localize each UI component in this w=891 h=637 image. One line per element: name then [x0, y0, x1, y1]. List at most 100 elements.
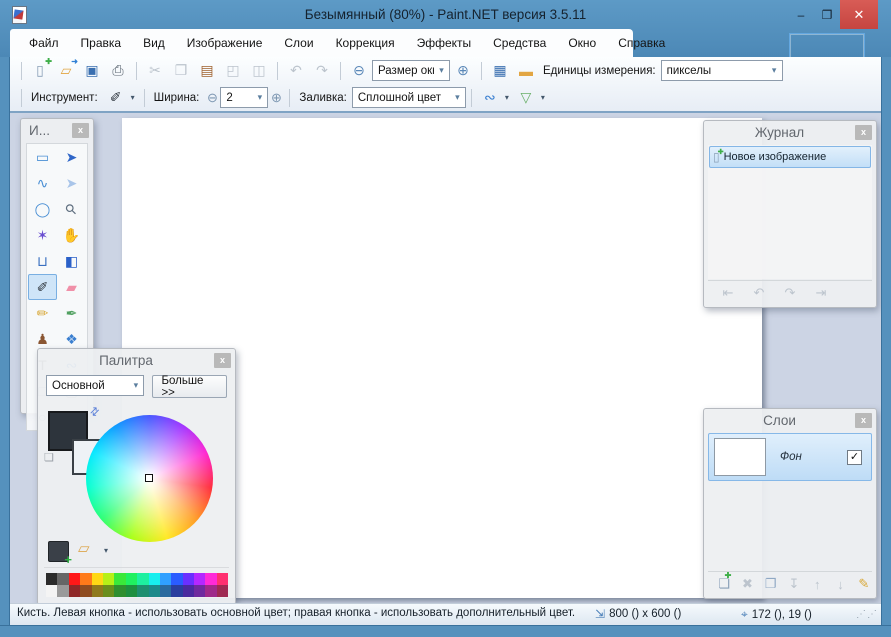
- tool-dropdown-arrow[interactable]: ▾: [131, 93, 135, 102]
- undo-button[interactable]: ↶: [284, 59, 308, 83]
- palette-swatch[interactable]: [103, 573, 114, 585]
- palette-swatch[interactable]: [137, 573, 148, 585]
- palette-swatch[interactable]: [149, 573, 160, 585]
- history-panel-close-button[interactable]: x: [855, 125, 872, 140]
- palette-swatch[interactable]: [183, 573, 194, 585]
- paintbrush-tool[interactable]: ✐: [28, 274, 57, 300]
- redo-button[interactable]: ↷: [310, 59, 334, 83]
- palette-menu-icon[interactable]: ▱: [78, 539, 90, 557]
- resize-grip[interactable]: ⋰⋰: [856, 609, 878, 620]
- palette-swatch[interactable]: [80, 573, 91, 585]
- width-decrease-button[interactable]: ⊖: [204, 90, 220, 106]
- units-combo[interactable]: пикселы▾: [661, 60, 783, 81]
- copy-button[interactable]: ❐: [169, 59, 193, 83]
- line-style-dropdown-arrow[interactable]: ▾: [505, 93, 509, 102]
- move-selected-pixels-tool[interactable]: ➤: [57, 144, 86, 170]
- palette-panel-close-button[interactable]: x: [214, 353, 231, 368]
- width-combo[interactable]: 2▾: [220, 87, 268, 108]
- palette-swatch[interactable]: [69, 585, 80, 597]
- palette-swatch[interactable]: [46, 585, 57, 597]
- palette-swatch[interactable]: [114, 573, 125, 585]
- menu-Эффекты[interactable]: Эффекты: [406, 29, 483, 57]
- tools-panel-titlebar[interactable]: И... x: [21, 119, 93, 141]
- maximize-button[interactable]: ❐: [814, 0, 840, 29]
- palette-swatch[interactable]: [126, 585, 137, 597]
- fill-combo[interactable]: Сплошной цвет▾: [352, 87, 466, 108]
- grid-button[interactable]: ▦: [488, 59, 512, 83]
- palette-swatch[interactable]: [217, 573, 228, 585]
- deselect-button[interactable]: ◫: [247, 59, 271, 83]
- palette-swatch[interactable]: [149, 585, 160, 597]
- zoom-out-button[interactable]: ⊖: [347, 59, 371, 83]
- layers-panel-close-button[interactable]: x: [855, 413, 872, 428]
- close-button[interactable]: ✕: [840, 0, 878, 29]
- palette-swatch[interactable]: [137, 585, 148, 597]
- paste-button[interactable]: ▤: [195, 59, 219, 83]
- palette-swatch[interactable]: [92, 585, 103, 597]
- palette-swatch[interactable]: [57, 573, 68, 585]
- history-undo-button[interactable]: ↶: [748, 282, 770, 304]
- palette-swatch[interactable]: [183, 585, 194, 597]
- lasso-select-tool[interactable]: ∿: [28, 170, 57, 196]
- layers-panel-titlebar[interactable]: Слои x: [704, 409, 876, 431]
- ruler-button[interactable]: ▬: [514, 59, 538, 83]
- palette-swatch[interactable]: [69, 573, 80, 585]
- minimize-button[interactable]: –: [788, 0, 814, 29]
- palette-swatch[interactable]: [205, 585, 216, 597]
- add-layer-button[interactable]: ❏✚: [717, 573, 731, 595]
- delete-layer-button[interactable]: ✖: [740, 573, 754, 595]
- palette-swatch[interactable]: [171, 573, 182, 585]
- gradient-tool[interactable]: ◧: [57, 248, 86, 274]
- merge-layer-down-button[interactable]: ↧: [787, 573, 801, 595]
- palette-swatch[interactable]: [160, 573, 171, 585]
- paint-bucket-tool[interactable]: ⊔: [28, 248, 57, 274]
- eraser-tool[interactable]: ▰: [57, 274, 86, 300]
- palette-panel-titlebar[interactable]: Палитра x: [38, 349, 235, 371]
- layer-properties-button[interactable]: ✎: [857, 573, 871, 595]
- layer-visible-checkbox[interactable]: ✓: [847, 450, 862, 465]
- palette-swatch[interactable]: [194, 573, 205, 585]
- palette-swatch[interactable]: [126, 573, 137, 585]
- new-image-button[interactable]: ▯✚: [28, 59, 52, 83]
- add-color-button[interactable]: [48, 541, 69, 562]
- move-selection-tool[interactable]: ➤: [57, 170, 86, 196]
- tools-panel-close-button[interactable]: x: [72, 123, 89, 138]
- menu-Вид[interactable]: Вид: [132, 29, 176, 57]
- palette-swatch[interactable]: [114, 585, 125, 597]
- palette-swatch[interactable]: [194, 585, 205, 597]
- palette-swatch[interactable]: [92, 573, 103, 585]
- line-style-button[interactable]: ∾: [478, 86, 502, 110]
- title-bar[interactable]: Безымянный (80%) - Paint.NET версия 3.5.…: [0, 0, 891, 29]
- menu-Окно[interactable]: Окно: [557, 29, 607, 57]
- history-redo-button[interactable]: ↷: [779, 282, 801, 304]
- rectangle-select-tool[interactable]: ▭: [28, 144, 57, 170]
- save-file-button[interactable]: ▣: [80, 59, 104, 83]
- palette-swatch[interactable]: [205, 573, 216, 585]
- duplicate-layer-button[interactable]: ❐: [764, 573, 778, 595]
- zoom-tool[interactable]: ⚲: [57, 196, 86, 222]
- width-increase-button[interactable]: ⊕: [268, 90, 284, 106]
- menu-Слои[interactable]: Слои: [273, 29, 324, 57]
- menu-Правка[interactable]: Правка: [70, 29, 133, 57]
- palette-swatch[interactable]: [160, 585, 171, 597]
- history-rewind-button[interactable]: ⇤: [717, 282, 739, 304]
- menu-Средства[interactable]: Средства: [482, 29, 557, 57]
- crop-button[interactable]: ◰: [221, 59, 245, 83]
- layer-row[interactable]: Фон✓: [708, 433, 872, 481]
- palette-swatch[interactable]: [80, 585, 91, 597]
- palette-swatch[interactable]: [103, 585, 114, 597]
- history-fast-forward-button[interactable]: ⇥: [810, 282, 832, 304]
- reset-colors-icon[interactable]: ❏: [44, 451, 54, 464]
- history-item[interactable]: ▯✚Новое изображение: [709, 146, 871, 168]
- palette-swatch[interactable]: [57, 585, 68, 597]
- palette-swatch[interactable]: [46, 573, 57, 585]
- palette-more-button[interactable]: Больше >>: [152, 375, 227, 398]
- cut-button[interactable]: ✂: [143, 59, 167, 83]
- zoom-level-combo[interactable]: Размер окна▾: [372, 60, 450, 81]
- antialiasing-quality-button[interactable]: ▽: [514, 86, 538, 110]
- menu-Изображение[interactable]: Изображение: [176, 29, 274, 57]
- menu-Коррекция[interactable]: Коррекция: [325, 29, 406, 57]
- current-tool-button[interactable]: ✐: [104, 86, 128, 110]
- magic-wand-tool[interactable]: ✶: [28, 222, 57, 248]
- open-file-button[interactable]: ▱➜: [54, 59, 78, 83]
